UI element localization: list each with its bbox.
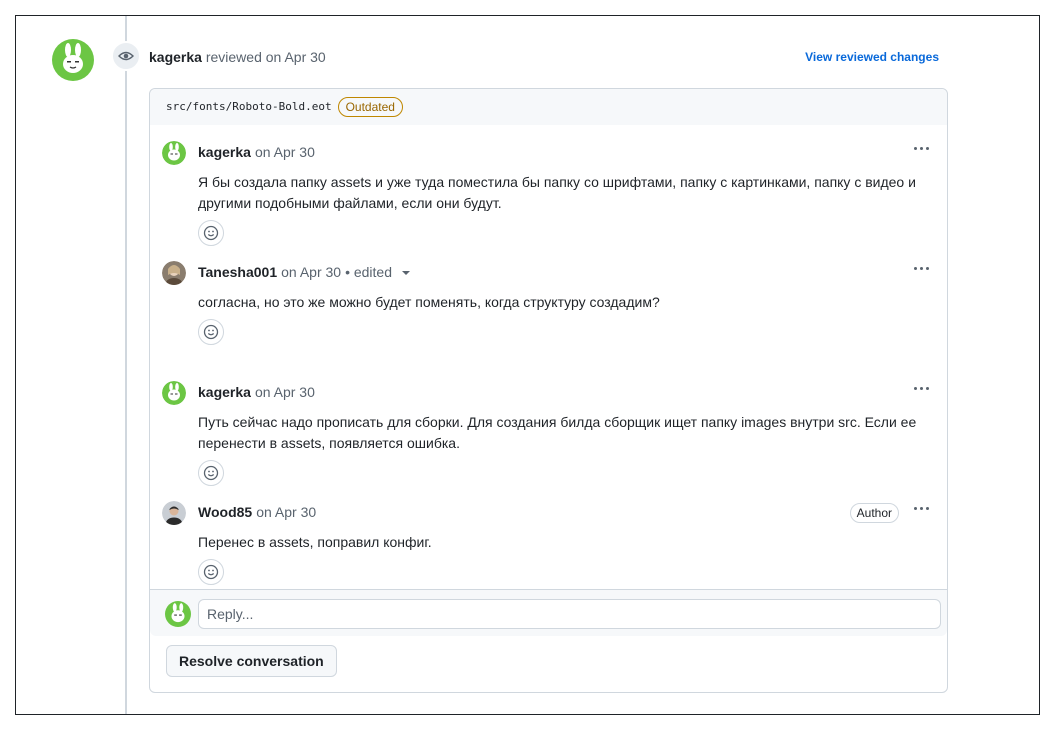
comment-avatar[interactable] — [162, 381, 186, 405]
more-options-icon[interactable] — [914, 387, 929, 390]
comment-header: Wood85 on Apr 30 — [198, 504, 316, 520]
edited-indicator[interactable]: • edited — [345, 264, 392, 280]
add-reaction-button[interactable] — [198, 559, 224, 585]
eye-icon — [111, 41, 141, 71]
comment-avatar[interactable] — [162, 501, 186, 525]
file-path[interactable]: src/fonts/Roboto-Bold.eot — [166, 100, 332, 113]
current-user-avatar — [165, 601, 191, 627]
outdated-badge: Outdated — [337, 96, 403, 117]
resolve-conversation-button[interactable]: Resolve conversation — [166, 645, 337, 677]
comment-author[interactable]: Tanesha001 — [198, 264, 277, 280]
comment-item: Wood85 on Apr 30 Author Перенес в assets… — [150, 485, 947, 589]
comment-date[interactable]: on Apr 30 — [256, 504, 316, 520]
photo-avatar-icon — [162, 261, 186, 285]
comment-avatar[interactable] — [162, 261, 186, 285]
review-action: reviewed — [205, 49, 262, 65]
smiley-icon — [203, 465, 219, 481]
comment-date[interactable]: on Apr 30 — [255, 144, 315, 160]
file-header: src/fonts/Roboto-Bold.eot Outdated — [150, 89, 947, 125]
comment-body: согласна, но это же можно будет поменять… — [198, 294, 660, 310]
more-options-icon[interactable] — [914, 267, 929, 270]
author-badge: Author — [849, 503, 899, 523]
comment-author[interactable]: Wood85 — [198, 504, 252, 520]
chevron-down-icon[interactable] — [402, 271, 410, 275]
view-reviewed-changes-link[interactable]: View reviewed changes — [805, 50, 939, 64]
comment-author[interactable]: kagerka — [198, 144, 251, 160]
review-author[interactable]: kagerka — [149, 49, 202, 65]
comment-body: Путь сейчас надо прописать для сборки. Д… — [198, 414, 917, 451]
timeline-line — [125, 16, 127, 714]
smiley-icon — [203, 324, 219, 340]
reply-input[interactable] — [198, 599, 941, 629]
comment-header: Tanesha001 on Apr 30 • edited — [198, 264, 410, 280]
comment-header: kagerka on Apr 30 — [198, 384, 315, 400]
comment-body: Я бы создала папку assets и уже туда пом… — [198, 174, 916, 211]
comment-item: kagerka on Apr 30 Путь сейчас надо пропи… — [150, 365, 947, 486]
smiley-icon — [203, 225, 219, 241]
reply-row — [150, 589, 947, 636]
bunny-avatar-icon — [52, 39, 94, 81]
comment-item: Tanesha001 on Apr 30 • edited согласна, … — [150, 245, 947, 365]
add-reaction-button[interactable] — [198, 319, 224, 345]
comment-date[interactable]: on Apr 30 — [255, 384, 315, 400]
comment-author[interactable]: kagerka — [198, 384, 251, 400]
comment-item: kagerka on Apr 30 Я бы создала папку ass… — [150, 125, 947, 246]
bunny-avatar-icon — [165, 601, 191, 627]
add-reaction-button[interactable] — [198, 460, 224, 486]
add-reaction-button[interactable] — [198, 220, 224, 246]
reviewer-avatar[interactable] — [52, 39, 94, 81]
bunny-avatar-icon — [162, 381, 186, 405]
review-header: kagerka reviewed on Apr 30 — [149, 49, 326, 65]
review-thread-card: src/fonts/Roboto-Bold.eot Outdated kager… — [149, 88, 948, 693]
review-date[interactable]: on Apr 30 — [266, 49, 326, 65]
smiley-icon — [203, 564, 219, 580]
review-timeline-frame: kagerka reviewed on Apr 30 View reviewed… — [15, 15, 1040, 715]
more-options-icon[interactable] — [914, 147, 929, 150]
more-options-icon[interactable] — [914, 507, 929, 510]
comment-avatar[interactable] — [162, 141, 186, 165]
comment-header: kagerka on Apr 30 — [198, 144, 315, 160]
photo-avatar-icon — [162, 501, 186, 525]
comment-body: Перенес в assets, поправил конфиг. — [198, 534, 432, 550]
comment-date[interactable]: on Apr 30 — [281, 264, 341, 280]
bunny-avatar-icon — [162, 141, 186, 165]
